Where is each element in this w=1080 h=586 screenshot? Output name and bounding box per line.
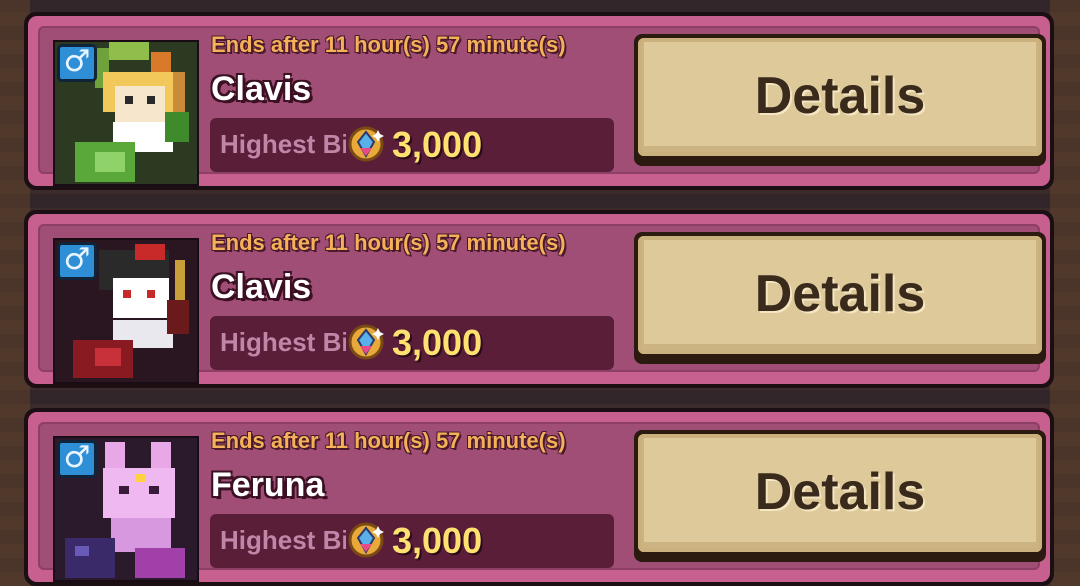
details-button-label: Details [754, 67, 926, 125]
auction-card-panel: ♂ Ends after 11 hour(s) 57 minute(s) Cla… [38, 26, 1046, 186]
character-portrait[interactable]: ♂ [53, 238, 199, 384]
character-name: Clavis [211, 70, 312, 108]
details-button[interactable]: Details [634, 232, 1046, 364]
highest-bid-value: 3,000 [392, 520, 483, 561]
highest-bid-value: 3,000 [392, 124, 483, 165]
auction-card-frame: ♂ Ends after 11 hour(s) 57 minute(s) Cla… [28, 214, 1050, 384]
male-gender-icon: ♂ [57, 440, 97, 478]
male-gender-icon: ♂ [57, 44, 97, 82]
character-portrait[interactable]: ♂ [53, 436, 199, 582]
gem-currency-icon [348, 126, 384, 162]
details-button-face: Details [638, 38, 1042, 156]
auction-card-frame: ♂ Ends after 11 hour(s) 57 minute(s) Fer… [28, 412, 1050, 582]
highest-bid-label: Highest Bi [220, 129, 346, 159]
auction-card: ♂ Ends after 11 hour(s) 57 minute(s) Fer… [24, 408, 1054, 586]
auction-end-time: Ends after 11 hour(s) 57 minute(s) [211, 428, 566, 453]
auction-card: ♂ Ends after 11 hour(s) 57 minute(s) Cla… [24, 12, 1054, 190]
auction-card-frame: ♂ Ends after 11 hour(s) 57 minute(s) Cla… [28, 16, 1050, 186]
character-portrait[interactable]: ♂ [53, 40, 199, 186]
auction-end-time: Ends after 11 hour(s) 57 minute(s) [211, 230, 566, 255]
highest-bid-box: Highest Bi 3,000 [210, 316, 614, 370]
highest-bid-label: Highest Bi [220, 525, 346, 555]
details-button-face: Details [638, 236, 1042, 354]
highest-bid-label: Highest Bi [220, 327, 346, 357]
details-button[interactable]: Details [634, 430, 1046, 562]
auction-end-time: Ends after 11 hour(s) 57 minute(s) [211, 32, 566, 57]
highest-bid-value: 3,000 [392, 322, 483, 363]
highest-bid-box: Highest Bi 3,000 [210, 118, 614, 172]
gem-currency-icon [348, 522, 384, 558]
character-name: Clavis [211, 268, 312, 306]
gem-currency-icon [348, 324, 384, 360]
details-button-face: Details [638, 434, 1042, 552]
male-gender-icon: ♂ [57, 242, 97, 280]
auction-card-panel: ♂ Ends after 11 hour(s) 57 minute(s) Cla… [38, 224, 1046, 384]
highest-bid-box: Highest Bi 3,000 [210, 514, 614, 568]
auction-card-panel: ♂ Ends after 11 hour(s) 57 minute(s) Fer… [38, 422, 1046, 582]
details-button[interactable]: Details [634, 34, 1046, 166]
details-button-label: Details [754, 463, 926, 521]
character-name: Feruna [211, 466, 325, 504]
auction-card: ♂ Ends after 11 hour(s) 57 minute(s) Cla… [24, 210, 1054, 388]
details-button-label: Details [754, 265, 926, 323]
